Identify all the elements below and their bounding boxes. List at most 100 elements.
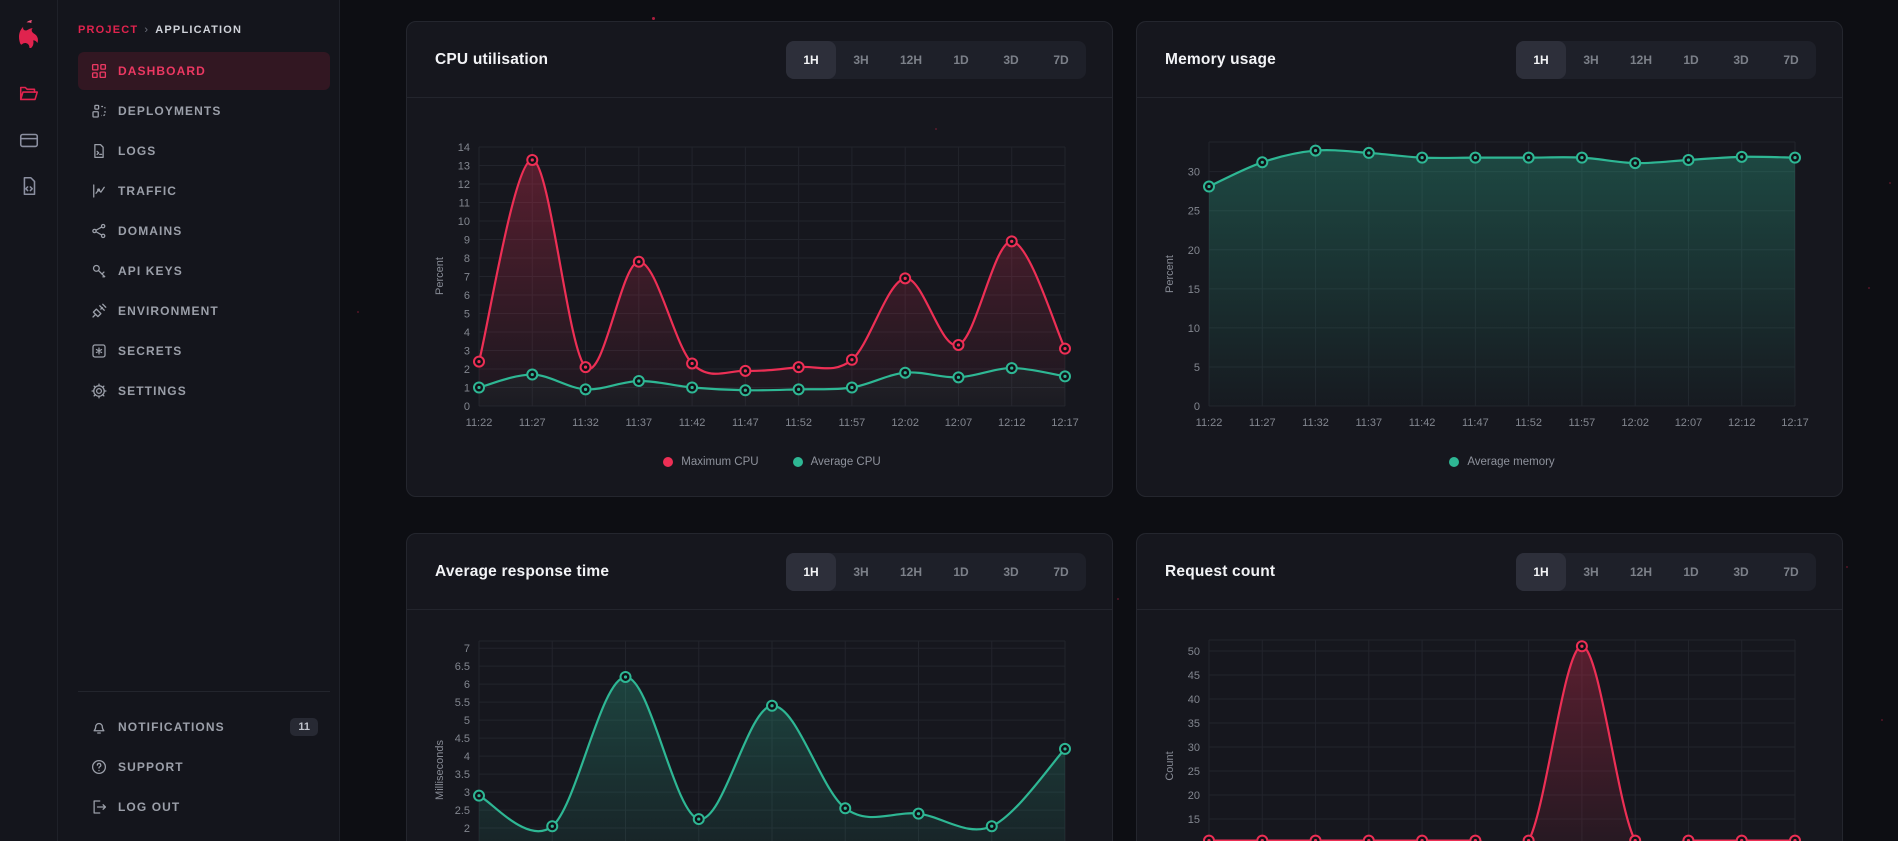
y-tick-label: 0 xyxy=(464,401,470,413)
y-tick-label: 5 xyxy=(464,715,470,727)
range-3d-button[interactable]: 3D xyxy=(986,41,1036,79)
range-3h-button[interactable]: 3H xyxy=(1566,41,1616,79)
time-range-selector: 1H 3H 12H 1D 3D 7D xyxy=(786,41,1086,79)
y-tick-label: 11 xyxy=(459,198,470,210)
breadcrumb-separator: › xyxy=(144,24,149,36)
sidebar-item-logout[interactable]: LOG OUT xyxy=(58,787,340,827)
range-3d-button[interactable]: 3D xyxy=(1716,41,1766,79)
range-7d-button[interactable]: 7D xyxy=(1766,41,1816,79)
breadcrumb-project[interactable]: PROJECT xyxy=(78,24,138,36)
legend-label: Average CPU xyxy=(811,456,881,468)
range-1h-button[interactable]: 1H xyxy=(786,553,836,591)
y-tick-label: 5.5 xyxy=(455,697,470,709)
notification-count-badge: 11 xyxy=(290,718,318,736)
x-tick-label: 12:07 xyxy=(945,417,973,429)
range-7d-button[interactable]: 7D xyxy=(1766,553,1816,591)
icon-rail xyxy=(0,0,58,841)
dashboard-grid-icon xyxy=(90,62,108,80)
y-tick-label: 8 xyxy=(464,253,470,265)
x-tick-label: 11:27 xyxy=(1249,417,1276,429)
bell-icon xyxy=(90,718,108,736)
billing-card-icon[interactable] xyxy=(18,129,40,151)
x-tick-label: 11:32 xyxy=(572,417,599,429)
sidebar-divider xyxy=(78,691,330,692)
sidebar-item-label: SECRETS xyxy=(118,344,182,358)
range-12h-button[interactable]: 12H xyxy=(1616,553,1666,591)
y-axis-label: Percent xyxy=(434,257,446,295)
particle-dot xyxy=(1889,182,1891,184)
y-tick-label: 1 xyxy=(464,383,470,395)
sidebar-item-traffic[interactable]: TRAFFIC xyxy=(58,171,340,211)
sidebar-item-api-keys[interactable]: API KEYS xyxy=(58,251,340,291)
time-range-selector: 1H 3H 12H 1D 3D 7D xyxy=(1516,41,1816,79)
sidebar-item-dashboard[interactable]: DASHBOARD xyxy=(58,51,340,91)
y-tick-label: 7 xyxy=(464,643,470,655)
range-1h-button[interactable]: 1H xyxy=(1516,41,1566,79)
sidebar-item-label: API KEYS xyxy=(118,264,183,278)
range-1d-button[interactable]: 1D xyxy=(1666,553,1716,591)
cpu-utilisation-card: CPU utilisation 1H 3H 12H 1D 3D 7D Perce… xyxy=(406,21,1113,497)
nest-logo[interactable] xyxy=(13,16,45,48)
x-tick-label: 11:57 xyxy=(1569,417,1596,429)
legend-item[interactable]: Maximum CPU xyxy=(663,456,758,468)
logs-icon xyxy=(90,142,108,160)
logout-icon xyxy=(90,798,108,816)
sidebar-item-deployments[interactable]: DEPLOYMENTS xyxy=(58,91,340,131)
sidebar-item-notifications[interactable]: NOTIFICATIONS 11 xyxy=(58,707,340,747)
y-tick-label: 2 xyxy=(464,364,470,376)
card-title: Memory usage xyxy=(1165,51,1276,69)
range-3h-button[interactable]: 3H xyxy=(1566,553,1616,591)
range-12h-button[interactable]: 12H xyxy=(886,41,936,79)
y-tick-label: 3 xyxy=(464,346,470,358)
y-tick-label: 13 xyxy=(458,161,470,173)
range-3h-button[interactable]: 3H xyxy=(836,553,886,591)
legend-label: Maximum CPU xyxy=(681,456,758,468)
range-1d-button[interactable]: 1D xyxy=(936,553,986,591)
y-tick-label: 5 xyxy=(1194,362,1200,374)
x-tick-label: 11:27 xyxy=(519,417,546,429)
range-3h-button[interactable]: 3H xyxy=(836,41,886,79)
range-7d-button[interactable]: 7D xyxy=(1036,41,1086,79)
particle-dot xyxy=(1846,566,1848,568)
y-tick-label: 6.5 xyxy=(455,661,470,673)
sidebar-item-secrets[interactable]: SECRETS xyxy=(58,331,340,371)
sidebar-item-settings[interactable]: SETTINGS xyxy=(58,371,340,411)
range-1d-button[interactable]: 1D xyxy=(1666,41,1716,79)
projects-folder-icon[interactable] xyxy=(18,82,40,104)
y-tick-label: 50 xyxy=(1188,646,1200,658)
range-3d-button[interactable]: 3D xyxy=(986,553,1036,591)
y-tick-label: 9 xyxy=(464,235,470,247)
card-title: CPU utilisation xyxy=(435,51,548,69)
range-1d-button[interactable]: 1D xyxy=(936,41,986,79)
y-tick-label: 6 xyxy=(464,679,470,691)
deployments-icon xyxy=(90,102,108,120)
breadcrumb-application[interactable]: APPLICATION xyxy=(155,24,242,36)
card-header: Request count 1H 3H 12H 1D 3D 7D xyxy=(1137,534,1842,610)
range-7d-button[interactable]: 7D xyxy=(1036,553,1086,591)
legend-dot xyxy=(793,457,803,467)
range-3d-button[interactable]: 3D xyxy=(1716,553,1766,591)
x-tick-label: 12:02 xyxy=(1621,417,1649,429)
range-12h-button[interactable]: 12H xyxy=(1616,41,1666,79)
y-tick-label: 15 xyxy=(1188,814,1200,826)
key-icon xyxy=(90,262,108,280)
sidebar-item-support[interactable]: SUPPORT xyxy=(58,747,340,787)
y-tick-label: 2.5 xyxy=(455,805,470,817)
legend-item[interactable]: Average CPU xyxy=(793,456,881,468)
sidebar-item-logs[interactable]: LOGS xyxy=(58,131,340,171)
x-tick-label: 11:22 xyxy=(1196,417,1223,429)
x-tick-label: 11:22 xyxy=(466,417,493,429)
x-tick-label: 12:02 xyxy=(891,417,919,429)
y-tick-label: 3 xyxy=(464,787,470,799)
range-12h-button[interactable]: 12H xyxy=(886,553,936,591)
particle-dot xyxy=(1881,719,1883,721)
y-tick-label: 4 xyxy=(464,751,470,763)
x-tick-label: 12:17 xyxy=(1051,417,1079,429)
sidebar-item-environment[interactable]: ENVIRONMENT xyxy=(58,291,340,331)
card-title: Average response time xyxy=(435,563,609,581)
file-code-icon[interactable] xyxy=(18,175,40,197)
range-1h-button[interactable]: 1H xyxy=(786,41,836,79)
range-1h-button[interactable]: 1H xyxy=(1516,553,1566,591)
sidebar-item-domains[interactable]: DOMAINS xyxy=(58,211,340,251)
legend-item[interactable]: Average memory xyxy=(1449,456,1554,468)
